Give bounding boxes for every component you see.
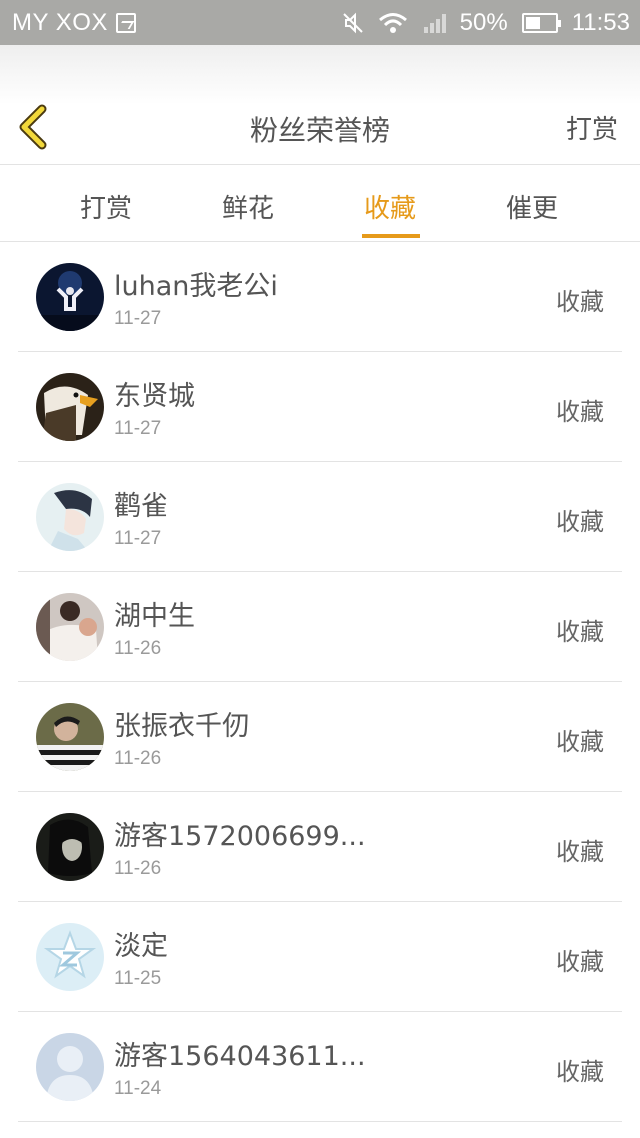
tab-urge-update[interactable]: 催更 [506,188,558,225]
action-date: 11-26 [114,638,162,659]
action-type: 收藏 [556,838,604,866]
user-name: 湖中生 [114,601,195,632]
avatar [36,703,104,771]
carrier-name: MY XOX [12,9,108,36]
image-icon [115,13,136,33]
clock: 11:53 [571,9,630,36]
avatar [36,813,104,881]
reward-button[interactable]: 打赏 [566,109,618,146]
list-item[interactable]: 游客1564043611... 11-24 收藏 [0,1012,640,1122]
action-date: 11-27 [114,308,162,329]
user-name: 鹳雀 [114,491,168,522]
battery-icon [521,13,561,33]
user-name: 东贤城 [114,381,195,412]
title-bar: 粉丝荣誉榜 打赏 [0,45,640,165]
list-item[interactable]: 张振衣千仞 11-26 收藏 [0,682,640,792]
tab-bar: 打赏 鲜花 收藏 催更 [0,166,640,242]
list-item[interactable]: 东贤城 11-27 收藏 [0,352,640,462]
avatar [36,1033,104,1101]
user-name: luhan我老公i [114,271,278,302]
tab-flowers[interactable]: 鲜花 [222,188,274,225]
user-name: 张振衣千仞 [114,711,249,742]
signal-icon [422,13,446,33]
tab-reward[interactable]: 打赏 [80,188,132,225]
action-date: 11-26 [114,748,162,769]
page-title: 粉丝荣誉榜 [249,114,390,147]
fan-list: luhan我老公i 11-27 收藏 东贤城 11-27 收藏 鹳雀 11-27… [0,242,640,1122]
avatar [36,593,104,661]
action-type: 收藏 [556,288,604,316]
action-type: 收藏 [556,618,604,646]
battery-percent: 50% [459,9,508,36]
list-item[interactable]: 鹳雀 11-27 收藏 [0,462,640,572]
list-item[interactable]: 淡定 11-25 收藏 [0,902,640,1012]
wifi-icon [378,13,407,33]
list-item[interactable]: 游客1572006699... 11-26 收藏 [0,792,640,902]
action-type: 收藏 [556,398,604,426]
avatar [36,263,104,331]
tab-favorites[interactable]: 收藏 [364,188,416,225]
action-date: 11-26 [114,858,162,879]
status-bar-left: MY XOX [12,9,136,37]
action-type: 收藏 [556,1058,604,1086]
action-date: 11-24 [114,1078,162,1099]
status-bar: MY XOX 50% 11:53 [0,0,640,45]
status-bar-right: 50% 11:53 [328,9,630,37]
avatar [36,923,104,991]
action-type: 收藏 [556,508,604,536]
action-date: 11-25 [114,968,162,989]
avatar [36,373,104,441]
user-name: 游客1564043611... [114,1041,366,1072]
action-type: 收藏 [556,948,604,976]
active-tab-indicator [362,234,420,238]
action-date: 11-27 [114,418,162,439]
action-type: 收藏 [556,728,604,756]
avatar [36,483,104,551]
action-date: 11-27 [114,528,162,549]
mute-icon [342,12,363,34]
list-item[interactable]: 湖中生 11-26 收藏 [0,572,640,682]
user-name: 游客1572006699... [114,821,366,852]
user-name: 淡定 [114,931,168,962]
list-item[interactable]: luhan我老公i 11-27 收藏 [0,242,640,352]
